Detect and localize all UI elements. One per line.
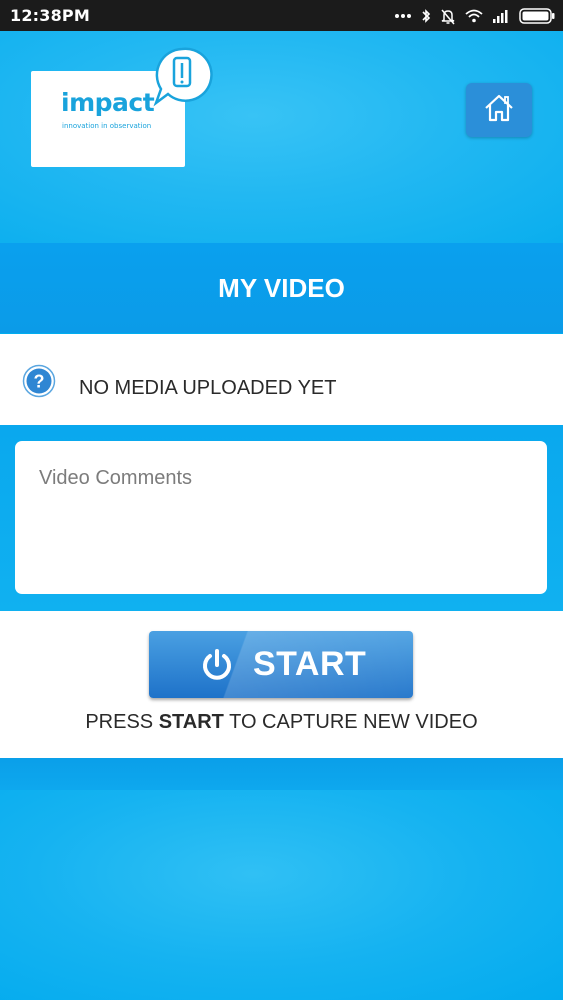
page-title: MY VIDEO: [218, 272, 345, 303]
start-hint-bold: START: [158, 711, 224, 733]
home-icon: [483, 93, 515, 128]
bottom-band: [0, 758, 563, 790]
bottom-area: [0, 790, 563, 1000]
status-bar: 12:38PM: [0, 0, 563, 31]
svg-text:?: ?: [34, 372, 45, 392]
more-dots-icon: [394, 13, 412, 19]
power-icon: [201, 648, 233, 687]
battery-icon: [519, 8, 555, 24]
status-icons: [394, 6, 555, 26]
start-hint: PRESS START TO CAPTURE NEW VIDEO: [0, 711, 563, 734]
start-label: START: [253, 645, 367, 683]
video-comments-input[interactable]: [15, 441, 547, 594]
header: impact innovation in observation: [0, 31, 563, 243]
notifications-off-icon: [440, 8, 456, 25]
wifi-icon: [465, 9, 483, 23]
help-icon[interactable]: ?: [22, 364, 56, 398]
phone-bubble-icon: [152, 47, 216, 114]
status-time: 12:38PM: [10, 6, 90, 25]
signal-icon: [492, 9, 510, 23]
home-button[interactable]: [466, 83, 532, 137]
start-hint-suffix: TO CAPTURE NEW VIDEO: [223, 711, 478, 733]
title-band: MY VIDEO: [0, 243, 563, 333]
logo-tagline: innovation in observation: [62, 122, 152, 130]
bluetooth-icon: [421, 8, 431, 24]
logo-text: impact: [61, 88, 155, 117]
start-hint-prefix: PRESS: [85, 711, 159, 733]
start-button[interactable]: START: [149, 631, 413, 698]
media-status-text: NO MEDIA UPLOADED YET: [79, 377, 337, 399]
